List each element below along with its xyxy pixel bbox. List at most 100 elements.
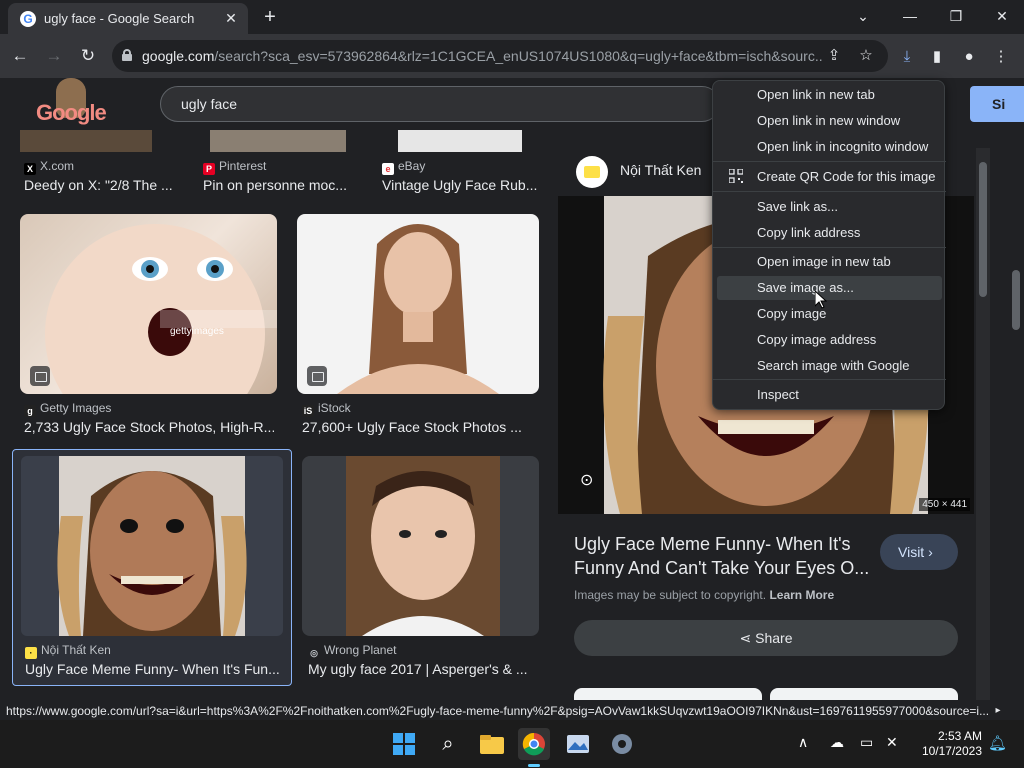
reload-button[interactable]: ↻ xyxy=(76,44,100,68)
result-title[interactable]: 27,600+ Ugly Face Stock Photos ... xyxy=(302,419,527,435)
search-query[interactable]: ugly face xyxy=(181,96,237,112)
network-icon[interactable]: ▭ xyxy=(860,734,873,751)
man-selfie-image xyxy=(346,456,500,636)
result-title[interactable]: Pin on personne moc... xyxy=(203,177,363,193)
image-badge-icon xyxy=(307,366,327,386)
chevron-right-icon: › xyxy=(928,544,933,560)
tab-search-chevron-icon[interactable]: ⌄ xyxy=(843,4,883,28)
forward-button[interactable]: → xyxy=(42,44,66,68)
selected-result-card[interactable]: · Nội Thất Ken Ugly Face Meme Funny- When… xyxy=(12,449,292,686)
file-explorer-icon[interactable] xyxy=(476,728,508,760)
windows-start-icon[interactable] xyxy=(388,728,420,760)
lock-icon[interactable] xyxy=(122,49,132,61)
menu-open-link-new-window[interactable]: Open link in new window xyxy=(717,109,942,133)
related-thumbnail[interactable] xyxy=(770,688,958,700)
getty-watermark: gettyimages xyxy=(170,326,224,337)
profile-icon[interactable]: ● xyxy=(958,46,980,68)
side-panel-icon[interactable]: ▮ xyxy=(926,46,948,68)
close-window-button[interactable]: ✕ xyxy=(982,4,1022,28)
woman-portrait-image xyxy=(337,224,499,394)
panel-title[interactable]: Ugly Face Meme Funny- When It's Funny An… xyxy=(574,532,874,580)
search-icon[interactable]: ⌕ xyxy=(432,728,464,760)
scroll-right-icon[interactable]: ▸ xyxy=(990,702,1006,720)
image-results-grid: X X.com Deedy on X: "2/8 The ... P Pintere… xyxy=(0,130,556,700)
browser-tab[interactable]: G ugly face - Google Search ✕ xyxy=(8,3,248,34)
google-favicon-icon: G xyxy=(20,11,36,27)
page-scrollbar[interactable] xyxy=(1008,130,1024,700)
result-source[interactable]: P Pinterest xyxy=(203,159,266,175)
page-scrollbar-thumb[interactable] xyxy=(1012,270,1020,330)
volume-muted-icon[interactable]: ✕ xyxy=(886,734,898,751)
sign-in-button[interactable]: Si xyxy=(970,86,1024,122)
result-source[interactable]: e eBay xyxy=(382,159,425,175)
clock-date: 10/17/2023 xyxy=(921,744,982,758)
result-thumbnail[interactable] xyxy=(20,130,152,152)
result-title[interactable]: Vintage Ugly Face Rub... xyxy=(382,177,547,193)
menu-copy-image[interactable]: Copy image xyxy=(717,302,942,326)
system-tray-chevron-icon[interactable]: ∧ xyxy=(798,734,808,751)
result-thumbnail[interactable] xyxy=(297,214,539,394)
child-face-image xyxy=(45,224,277,394)
result-title[interactable]: Ugly Face Meme Funny- When It's Fun... xyxy=(25,661,279,677)
result-source[interactable]: X X.com xyxy=(24,159,74,175)
result-source[interactable]: g Getty Images xyxy=(24,401,111,417)
visit-button[interactable]: Visit › xyxy=(880,534,958,570)
result-thumbnail[interactable]: gettyimages xyxy=(20,214,277,394)
result-title[interactable]: My ugly face 2017 | Asperger's & ... xyxy=(308,661,533,677)
source-avatar[interactable] xyxy=(576,156,608,188)
share-page-icon[interactable]: ⇪ xyxy=(824,46,844,66)
menu-save-image-as[interactable]: Save image as... xyxy=(717,276,942,300)
notification-bell-icon[interactable]: 🔔︎ xyxy=(988,734,1007,752)
minimize-button[interactable]: — xyxy=(890,4,930,28)
chrome-taskbar-icon[interactable] xyxy=(518,728,550,767)
downloads-icon[interactable]: ⤓ xyxy=(896,46,918,68)
menu-inspect[interactable]: Inspect xyxy=(717,383,942,407)
settings-gear-icon[interactable] xyxy=(606,728,638,760)
meme-face-image xyxy=(57,456,247,636)
result-title[interactable]: Deedy on X: "2/8 The ... xyxy=(24,177,184,193)
copyright-notice: Images may be subject to copyright. Lear… xyxy=(574,588,835,602)
clock-time: 2:53 AM xyxy=(937,729,982,743)
tab-close-icon[interactable]: ✕ xyxy=(222,9,240,27)
share-button[interactable]: ⋖ Share xyxy=(574,620,958,656)
taskbar-clock[interactable]: 2:53 AM 10/17/2023 xyxy=(910,729,982,759)
new-tab-button[interactable]: + xyxy=(258,5,282,29)
back-button[interactable]: ← xyxy=(8,44,32,68)
menu-save-link-as[interactable]: Save link as... xyxy=(717,195,942,219)
menu-search-image-google[interactable]: Search image with Google xyxy=(717,354,942,378)
result-source[interactable]: ◎ Wrong Planet xyxy=(308,643,396,659)
result-title[interactable]: 2,733 Ugly Face Stock Photos, High-R... xyxy=(24,419,274,435)
lens-search-icon[interactable]: ⊙ xyxy=(580,470,604,494)
menu-create-qr-code[interactable]: Create QR Code for this image xyxy=(717,165,942,189)
browser-toolbar: ← → ↻ google.com/search?sca_esv=57396286… xyxy=(0,34,1024,78)
panel-scrollbar[interactable] xyxy=(976,148,990,700)
menu-open-link-new-tab[interactable]: Open link in new tab xyxy=(717,83,942,107)
menu-copy-link-address[interactable]: Copy link address xyxy=(717,221,942,245)
google-doodle-logo[interactable]: Google xyxy=(36,78,107,126)
pinterest-logo-icon: P xyxy=(203,163,215,175)
menu-open-link-incognito[interactable]: Open link in incognito window xyxy=(717,135,942,159)
result-source[interactable]: iS iStock xyxy=(302,401,351,417)
related-thumbnail[interactable] xyxy=(574,688,762,700)
learn-more-link[interactable]: Learn More xyxy=(769,588,834,602)
bookmark-star-icon[interactable]: ☆ xyxy=(856,46,876,66)
result-thumbnail[interactable] xyxy=(302,456,539,636)
panel-source-name[interactable]: Nội Thất Ken xyxy=(620,162,701,178)
chrome-menu-icon[interactable]: ⋮ xyxy=(990,46,1012,68)
restore-button[interactable]: ❐ xyxy=(936,4,976,28)
result-source[interactable]: · Nội Thất Ken xyxy=(25,643,111,659)
search-box[interactable]: ugly face xyxy=(160,86,720,122)
result-thumbnail[interactable] xyxy=(398,130,522,152)
getty-logo-icon: g xyxy=(24,405,36,417)
onedrive-cloud-icon[interactable]: ☁ xyxy=(830,734,844,751)
address-bar[interactable]: google.com/search?sca_esv=573962864&rlz=… xyxy=(112,40,888,72)
menu-copy-image-address[interactable]: Copy image address xyxy=(717,328,942,352)
panel-scrollbar-thumb[interactable] xyxy=(979,162,987,297)
result-thumbnail[interactable] xyxy=(21,456,283,636)
mouse-cursor-icon xyxy=(815,291,827,309)
tab-strip: G ugly face - Google Search ✕ + ⌄ — ❐ ✕ xyxy=(0,0,1024,34)
active-app-indicator xyxy=(528,764,540,767)
result-thumbnail[interactable] xyxy=(210,130,346,152)
photos-app-icon[interactable] xyxy=(562,728,594,760)
menu-open-image-new-tab[interactable]: Open image in new tab xyxy=(717,250,942,274)
